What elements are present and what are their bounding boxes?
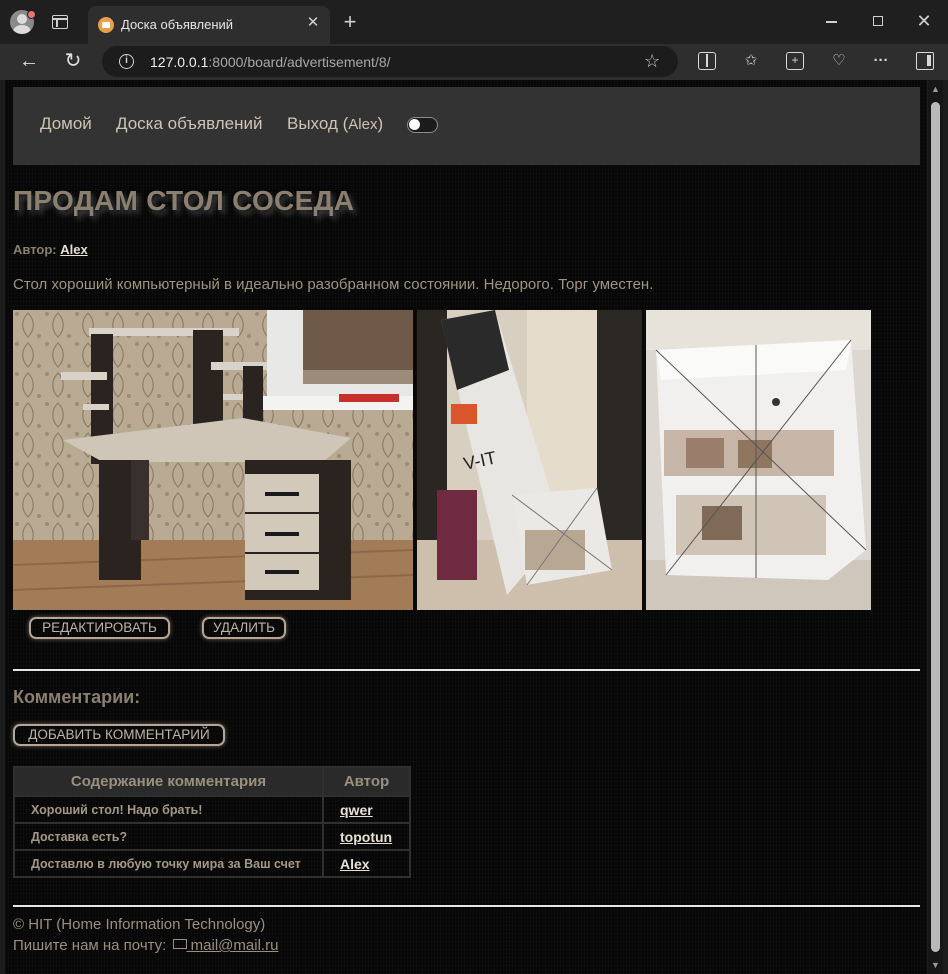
desk-photo-illustration	[13, 310, 413, 610]
comments-title: Комментарии:	[13, 687, 141, 707]
window-maximize-icon[interactable]	[873, 16, 883, 26]
advertisement-photo-wrapped-box[interactable]	[646, 310, 871, 610]
favorite-star-icon[interactable]: ☆	[644, 51, 660, 72]
split-screen-icon[interactable]	[698, 52, 716, 70]
author-label: Автор:	[13, 242, 57, 257]
comment-author-cell: Alex	[322, 849, 411, 878]
site-info-icon[interactable]: i	[119, 54, 134, 69]
footer-copyright: © HIT (Home Information Technology)	[13, 916, 266, 933]
wrapped-box-photo-illustration	[646, 310, 871, 610]
browser-tab-active[interactable]: Доска объявлений ✕	[88, 6, 330, 44]
column-header-content: Содержание комментария	[13, 766, 324, 797]
author-link[interactable]: Alex	[60, 242, 87, 257]
tab-close-icon[interactable]: ✕	[304, 14, 322, 32]
advertisement-photo-packed-parts[interactable]: V-IT	[417, 310, 642, 610]
scroll-up-arrow-icon[interactable]: ▲	[931, 84, 940, 94]
footer-mail-label: Пишите нам на почту:	[13, 937, 167, 954]
reload-icon[interactable]: ↻	[62, 49, 84, 73]
page-viewport: Домой Доска объявлений Выход (Alex) ПРОД…	[5, 80, 927, 974]
comments-table: Содержание комментария Автор Хороший сто…	[13, 766, 411, 878]
comment-text: Доставка есть?	[13, 822, 324, 851]
divider	[13, 669, 920, 671]
toggle-knob	[409, 119, 420, 130]
collections-icon[interactable]: +	[786, 52, 804, 70]
theme-toggle-switch[interactable]	[407, 117, 438, 133]
column-header-author: Автор	[322, 766, 411, 797]
table-row: Хороший стол! Надо брать! qwer	[13, 795, 411, 824]
nav-home-link[interactable]: Домой	[40, 114, 92, 134]
logout-paren: )	[377, 114, 384, 133]
author-line: Автор: Alex	[13, 242, 88, 257]
profile-notification-dot	[27, 10, 36, 19]
tab-actions-icon[interactable]	[52, 15, 68, 29]
tab-title: Доска объявлений	[121, 17, 234, 32]
window-minimize-icon[interactable]	[826, 21, 837, 23]
page-scrollbar[interactable]: ▲ ▼	[928, 80, 943, 974]
footer-contact: Пишите нам на почту: mail@mail.ru	[13, 937, 278, 954]
browser-essentials-heart-icon[interactable]: ♡	[830, 52, 848, 70]
scroll-down-arrow-icon[interactable]: ▼	[931, 960, 940, 970]
site-navbar: Домой Доска объявлений Выход (Alex)	[13, 87, 920, 165]
footer-mail-link[interactable]: mail@mail.ru	[187, 937, 279, 954]
divider	[13, 905, 920, 907]
address-bar[interactable]: i 127.0.0.1:8000/board/advertisement/8/ …	[102, 46, 678, 77]
comment-author-link[interactable]: Alex	[340, 856, 370, 872]
scrollbar-thumb[interactable]	[931, 102, 940, 952]
comment-author-cell: qwer	[322, 795, 411, 824]
more-options-icon[interactable]: ···	[872, 52, 890, 70]
table-row: Доставка есть? topotun	[13, 822, 411, 851]
favorites-icon[interactable]: ✩	[742, 52, 760, 70]
url-text[interactable]: 127.0.0.1:8000/board/advertisement/8/	[150, 54, 391, 70]
comment-text: Хороший стол! Надо брать!	[13, 795, 324, 824]
nav-logout-link[interactable]: Выход (Alex)	[287, 114, 383, 134]
sidebar-icon[interactable]	[916, 52, 934, 70]
logout-label: Выход (	[287, 114, 349, 133]
table-row: Доставлю в любую точку мира за Ваш счет …	[13, 849, 411, 878]
comment-author-link[interactable]: qwer	[340, 802, 373, 818]
new-tab-icon[interactable]: +	[340, 10, 360, 34]
advertisement-text: Стол хороший компьютерный в идеально раз…	[13, 276, 654, 293]
browser-titlebar: Доска объявлений ✕ + ✕	[0, 0, 948, 44]
advertisement-title: ПРОДАМ СТОЛ СОСЕДА	[13, 185, 355, 216]
comments-table-header: Содержание комментария Автор	[13, 766, 411, 797]
site-favicon-icon	[98, 17, 114, 33]
envelope-icon	[172, 939, 187, 949]
advertisement-photo-desk[interactable]	[13, 310, 413, 610]
add-comment-button[interactable]: ДОБАВИТЬ КОММЕНТАРИЙ	[13, 724, 225, 746]
logout-username: Alex	[348, 116, 378, 133]
comment-text: Доставлю в любую точку мира за Ваш счет	[13, 849, 324, 878]
nav-board-link[interactable]: Доска объявлений	[116, 114, 263, 134]
packed-parts-photo-illustration: V-IT	[417, 310, 642, 610]
url-path: :8000/board/advertisement/8/	[208, 54, 391, 70]
window-close-icon[interactable]: ✕	[914, 9, 934, 33]
url-host: 127.0.0.1	[150, 54, 209, 70]
back-arrow-icon[interactable]: ←	[18, 49, 40, 73]
comment-author-link[interactable]: topotun	[340, 829, 392, 845]
edit-button[interactable]: РЕДАКТИРОВАТЬ	[29, 617, 170, 639]
delete-button[interactable]: УДАЛИТЬ	[202, 617, 286, 639]
comment-author-cell: topotun	[322, 822, 411, 851]
browser-toolbar: ← ↻ i 127.0.0.1:8000/board/advertisement…	[0, 44, 948, 110]
